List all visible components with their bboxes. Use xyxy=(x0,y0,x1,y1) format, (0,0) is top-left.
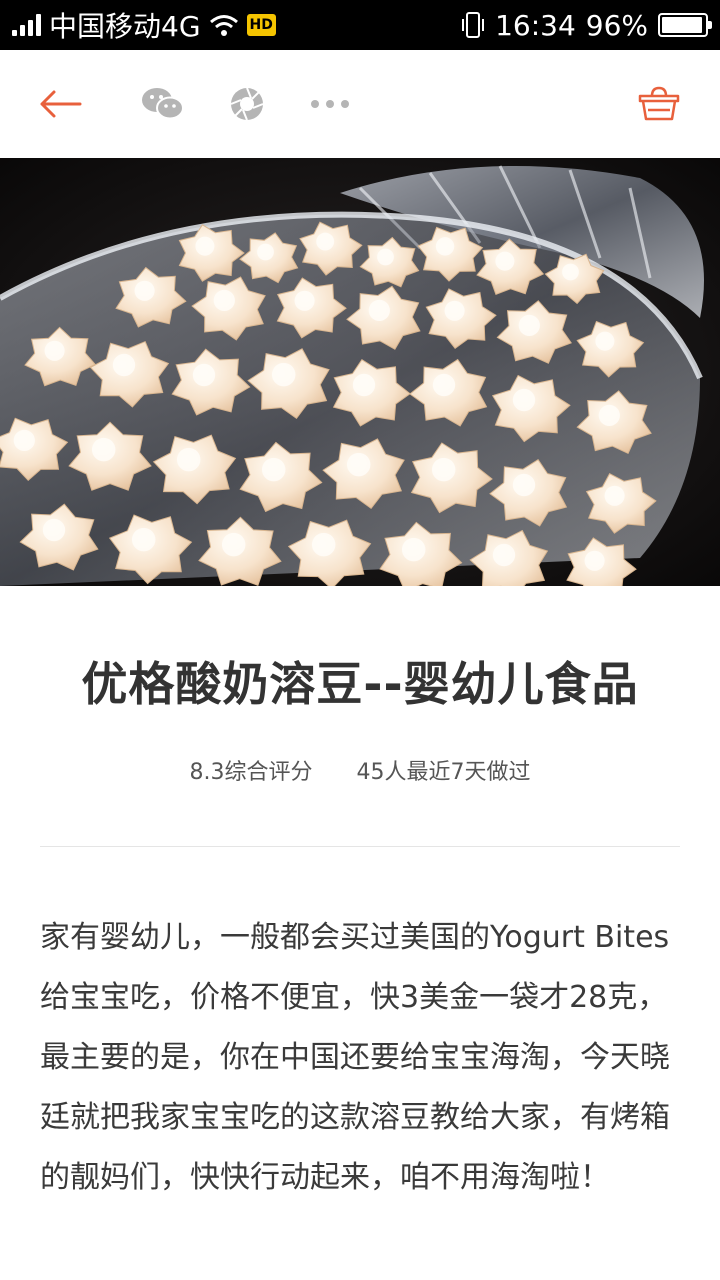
phone-vibrate-icon xyxy=(462,12,485,38)
moments-icon xyxy=(230,87,264,121)
share-wechat-button[interactable] xyxy=(138,50,188,158)
status-bar: 中国移动4G HD 16:34 96% xyxy=(0,0,720,50)
divider xyxy=(40,846,680,847)
yogurt-melts-in-glass-bowl-image xyxy=(0,158,720,586)
arrow-left-icon xyxy=(40,90,82,118)
wechat-icon xyxy=(142,88,184,120)
top-nav-bar xyxy=(0,50,720,158)
more-dots-icon xyxy=(311,100,349,108)
status-left: 中国移动4G HD xyxy=(12,0,276,50)
wifi-icon xyxy=(209,15,238,36)
recipe-description: 家有婴幼儿，一般都会买过美国的Yogurt Bites给宝宝吃，价格不便宜，快3… xyxy=(40,920,670,1195)
clock: 16:34 xyxy=(495,8,576,42)
recipe-hero-image xyxy=(0,158,720,586)
hd-badge: HD xyxy=(246,14,276,36)
signal-icon xyxy=(12,14,41,36)
status-right: 16:34 96% xyxy=(461,0,712,50)
battery-icon xyxy=(658,13,712,37)
battery-fill xyxy=(662,17,703,33)
made-recently-label: 45人最近7天做过 xyxy=(356,760,531,785)
recipe-meta: 8.3综合评分 45人最近7天做过 xyxy=(0,754,720,786)
recipe-title: 优格酸奶溶豆--婴幼儿食品 xyxy=(81,657,639,711)
basket-button[interactable] xyxy=(634,50,684,158)
battery-percent: 96% xyxy=(585,8,648,42)
basket-icon xyxy=(638,86,680,121)
share-moments-button[interactable] xyxy=(222,50,272,158)
back-button[interactable] xyxy=(30,50,90,158)
carrier-label: 中国移动4G xyxy=(49,10,201,43)
more-button[interactable] xyxy=(305,50,355,158)
rating-label: 8.3综合评分 xyxy=(189,760,313,785)
